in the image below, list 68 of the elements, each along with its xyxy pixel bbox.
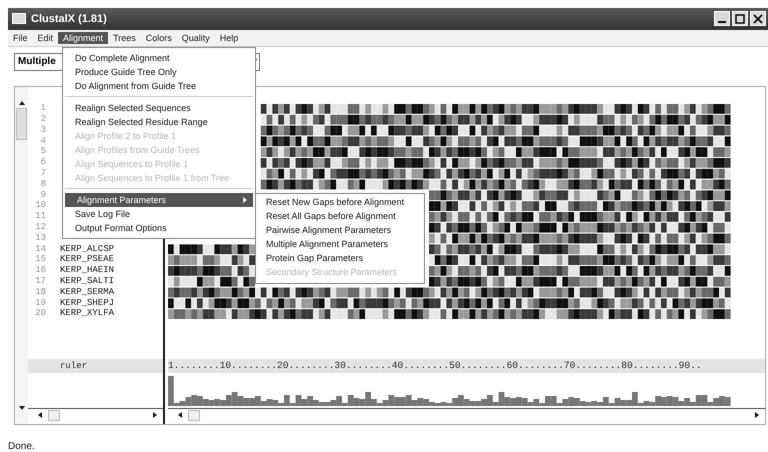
ruler-scale: 1........10........20........30........40........50........60........70........80........90..: [168, 360, 702, 372]
minimize-icon: [718, 20, 726, 23]
row-number: 6: [40, 157, 46, 168]
close-button[interactable]: [750, 11, 766, 26]
scroll-left-icon[interactable]: [178, 412, 182, 418]
sequence-name[interactable]: KERP_SHEPJ: [60, 298, 114, 308]
row-number: 18: [34, 286, 46, 297]
row-number: 7: [40, 168, 46, 178]
scroll-thumb[interactable]: [188, 410, 200, 421]
menu-item[interactable]: Edit: [32, 32, 58, 44]
row-number: 20: [34, 308, 46, 318]
menu-item[interactable]: Alignment Parameters: [65, 193, 253, 207]
row-number: 12: [34, 222, 46, 232]
sequence-name[interactable]: KERP_HAEIN: [60, 265, 114, 276]
menu-item[interactable]: Realign Selected Residue Range: [63, 115, 255, 129]
row-number: 9: [40, 190, 46, 200]
menu-item[interactable]: Alignment: [58, 32, 108, 44]
row-number: 14: [34, 244, 46, 254]
row-number: 15: [34, 254, 46, 264]
menu-item[interactable]: Produce Guide Tree Only: [63, 65, 255, 79]
row-number: 10: [34, 200, 46, 210]
menu-item[interactable]: Realign Selected Sequences: [63, 101, 255, 115]
sequence-name[interactable]: KERP_SALTI: [60, 276, 114, 286]
row-number: 17: [34, 276, 46, 286]
menu-item[interactable]: Output Format Options: [63, 221, 255, 235]
menu-item[interactable]: Help: [214, 32, 244, 44]
scroll-right-icon[interactable]: [153, 412, 157, 418]
row-number: 3: [40, 124, 46, 135]
sequence-name[interactable]: KERP_ALCSP: [60, 244, 114, 254]
menu-item[interactable]: Pairwise Alignment Parameters: [256, 223, 424, 237]
row-number: 13: [34, 232, 46, 243]
app-icon: [12, 13, 26, 24]
menu-item[interactable]: File: [8, 32, 33, 44]
menu-item[interactable]: Multiple Alignment Parameters: [256, 237, 424, 251]
sequence-name[interactable]: KERP_PSEAE: [60, 254, 114, 264]
row-number: 11: [34, 211, 46, 222]
maximize-button[interactable]: [732, 11, 748, 26]
row-number: 2: [40, 114, 46, 124]
menu-item[interactable]: Protein Gap Parameters: [256, 251, 424, 265]
row-number: 1: [40, 103, 46, 114]
row-number: 8: [40, 178, 46, 189]
row-number: 5: [40, 146, 46, 156]
menu-item[interactable]: Do Complete Alignment: [63, 51, 255, 65]
row-number: 4: [40, 136, 46, 146]
scroll-down-icon[interactable]: [18, 406, 24, 410]
scroll-left-icon[interactable]: [38, 412, 42, 418]
scroll-thumb[interactable]: [16, 108, 27, 140]
submenu-arrow-icon: [243, 197, 247, 203]
scroll-thumb[interactable]: [48, 410, 60, 421]
row-number: 16: [34, 265, 46, 276]
sequence-name[interactable]: KERP_XYLFA: [60, 308, 114, 318]
menu-item[interactable]: Do Alignment from Guide Tree: [63, 79, 255, 93]
maximize-icon: [735, 14, 745, 24]
menu-item[interactable]: Quality: [176, 32, 215, 44]
row-number: 19: [34, 298, 46, 308]
menu-item[interactable]: Save Log File: [63, 207, 255, 221]
ruler-label: ruler: [60, 360, 88, 371]
sequence-name[interactable]: KERP_SERMA: [60, 286, 114, 297]
vertical-scrollbar[interactable]: [15, 86, 28, 424]
menu-item[interactable]: Reset New Gaps before Alignment: [256, 195, 424, 209]
menu-item[interactable]: Trees: [108, 32, 141, 44]
window-title: ClustalX (1.81): [31, 12, 107, 25]
minimize-button[interactable]: [714, 11, 730, 26]
menu-item[interactable]: Reset All Gaps before Alignment: [256, 209, 424, 223]
close-icon: [753, 14, 763, 24]
status-text: Done.: [8, 441, 35, 452]
scroll-right-icon[interactable]: [755, 412, 759, 418]
menu-item[interactable]: Colors: [140, 32, 177, 44]
